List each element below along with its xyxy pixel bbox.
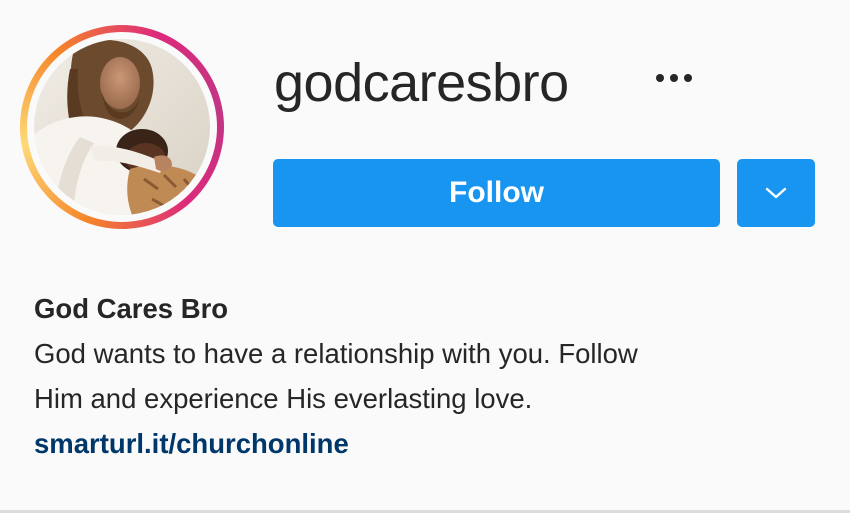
more-options-button[interactable] xyxy=(650,58,710,98)
story-ring[interactable] xyxy=(20,25,224,229)
avatar[interactable] xyxy=(34,39,210,215)
suggested-accounts-dropdown-button[interactable] xyxy=(737,159,815,227)
bio-line-2: Him and experience His everlasting love. xyxy=(34,383,533,414)
username: godcaresbro xyxy=(274,53,569,113)
bio-section: God Cares Bro God wants to have a relati… xyxy=(34,286,834,466)
bio-line-1: God wants to have a relationship with yo… xyxy=(34,338,638,369)
follow-button[interactable]: Follow xyxy=(273,159,720,227)
bio-link[interactable]: smarturl.it/churchonline xyxy=(34,421,349,466)
ellipsis-icon xyxy=(656,74,692,82)
full-name: God Cares Bro xyxy=(34,293,229,324)
avatar-image xyxy=(34,39,210,215)
chevron-down-icon xyxy=(765,187,787,199)
